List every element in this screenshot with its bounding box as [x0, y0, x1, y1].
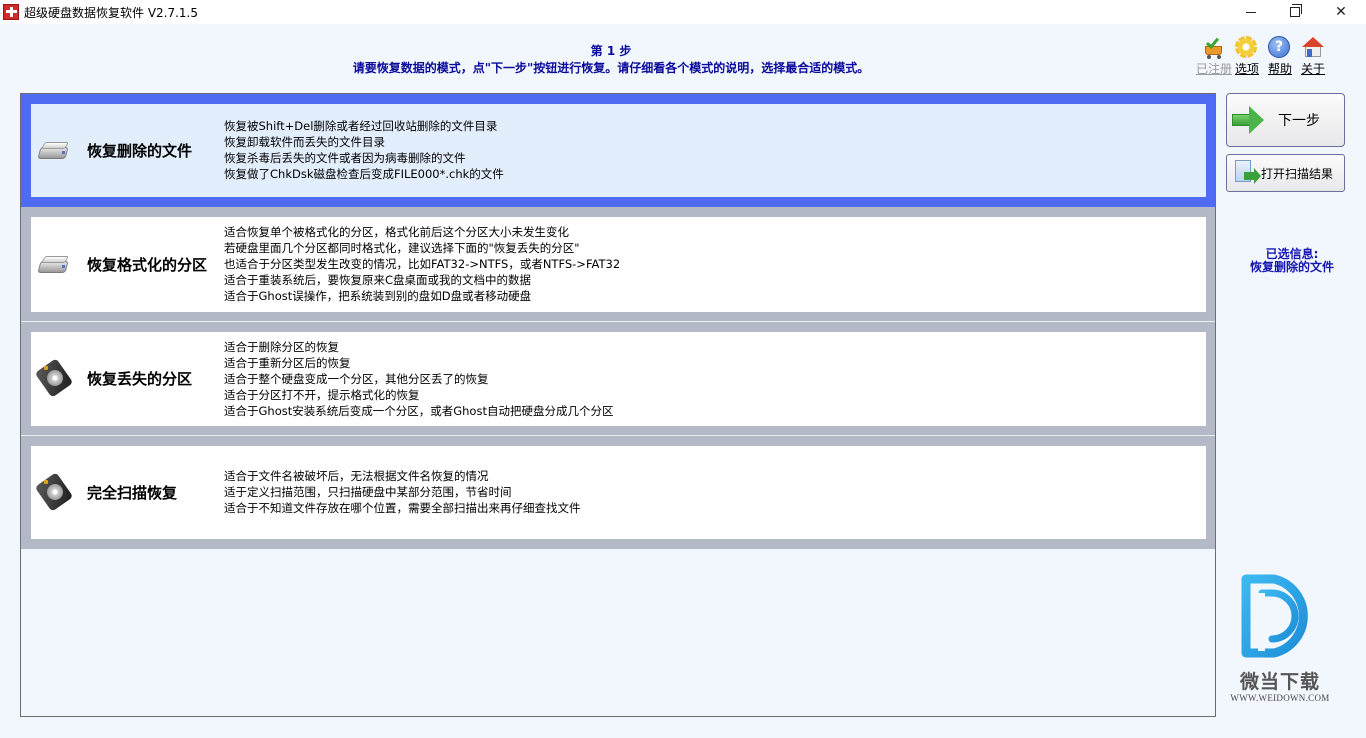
selected-info-value: 恢复删除的文件: [1249, 260, 1334, 274]
mode-item-recover-deleted-files[interactable]: 恢复删除的文件 恢复被Shift+Del删除或者经过回收站删除的文件目录 恢复卸…: [21, 94, 1215, 207]
close-button[interactable]: ✕: [1318, 0, 1364, 24]
drive-icon: [37, 253, 71, 281]
hard-disk-icon: [34, 472, 74, 512]
drive-icon: [37, 139, 71, 167]
mode-description: 适合于删除分区的恢复 适合于重新分区后的恢复 适合于整个硬盘变成一个分区，其他分…: [224, 339, 613, 419]
hard-disk-icon: [34, 358, 74, 398]
description-line: 适于定义扫描范围，只扫描硬盘中某部分范围，节省时间: [224, 485, 512, 499]
open-scan-results-label: 打开扫描结果: [1261, 166, 1334, 181]
mode-item-full-scan-recovery[interactable]: 完全扫描恢复 适合于文件名被破坏后，无法根据文件名恢复的情况 适于定义扫描范围，…: [21, 436, 1215, 549]
description-line: 适合于Ghost安装系统后变成一个分区，或者Ghost自动把硬盘分成几个分区: [224, 404, 614, 418]
weidown-logo: 微当下载 WWW.WEIDOWN.COM: [1222, 572, 1342, 710]
about-link[interactable]: 关于: [1297, 36, 1329, 78]
help-link[interactable]: ? 帮助: [1264, 36, 1296, 78]
restore-icon: [1290, 4, 1302, 17]
home-icon: [1301, 36, 1325, 58]
description-line: 恢复卸载软件而丢失的文件目录: [224, 135, 385, 149]
description-line: 适合于整个硬盘变成一个分区，其他分区丢了的恢复: [224, 372, 489, 386]
open-scan-results-button[interactable]: 打开扫描结果: [1226, 154, 1345, 192]
green-arrow-right-icon: [1232, 106, 1266, 134]
toolbar: 已注册 选项 ? 帮助 关于: [1196, 35, 1330, 78]
help-icon: ?: [1268, 36, 1290, 58]
mode-description: 恢复被Shift+Del删除或者经过回收站删除的文件目录 恢复卸载软件而丢失的文…: [224, 118, 504, 182]
mode-name: 完全扫描恢复: [87, 484, 178, 502]
description-line: 适合于重新分区后的恢复: [224, 356, 351, 370]
restore-button[interactable]: [1272, 0, 1318, 24]
logo-name: 微当下载: [1239, 671, 1320, 693]
description-line: 恢复杀毒后丢失的文件或者因为病毒删除的文件: [224, 151, 466, 165]
shopping-cart-check-icon: [1202, 35, 1226, 59]
minimize-button[interactable]: [1228, 0, 1274, 24]
description-line: 适合于分区打不开，提示格式化的恢复: [224, 388, 420, 402]
registered-label: 已注册: [1196, 62, 1233, 76]
next-step-button[interactable]: 下一步: [1226, 93, 1345, 147]
mode-name: 恢复删除的文件: [87, 142, 193, 160]
options-link[interactable]: 选项: [1231, 36, 1263, 78]
title-bar: 超级硬盘数据恢复软件 V2.7.1.5 ✕: [0, 0, 1366, 24]
description-line: 恢复做了ChkDsk磁盘检查后变成FILE000*.chk的文件: [224, 167, 504, 181]
mode-item-recover-lost-partition[interactable]: 恢复丢失的分区 适合于删除分区的恢复 适合于重新分区后的恢复 适合于整个硬盘变成…: [21, 322, 1215, 436]
mode-description: 适合恢复单个被格式化的分区，格式化前后这个分区大小未发生变化 若硬盘里面几个分区…: [224, 224, 620, 304]
description-line: 若硬盘里面几个分区都同时格式化，建议选择下面的"恢复丢失的分区": [224, 241, 580, 255]
logo-d-icon: [1241, 574, 1308, 658]
description-line: 适合于删除分区的恢复: [224, 340, 339, 354]
options-label: 选项: [1234, 62, 1259, 76]
step-title: 第 1 步: [590, 44, 632, 58]
description-line: 适合于Ghost误操作，把系统装到别的盘如D盘或者移动硬盘: [224, 289, 532, 303]
logo-url: WWW.WEIDOWN.COM: [1230, 693, 1330, 703]
description-line: 适合恢复单个被格式化的分区，格式化前后这个分区大小未发生变化: [224, 225, 569, 239]
help-label: 帮助: [1267, 62, 1292, 76]
recovery-mode-list: 恢复删除的文件 恢复被Shift+Del删除或者经过回收站删除的文件目录 恢复卸…: [20, 93, 1216, 717]
mode-item-recover-formatted-partition[interactable]: 恢复格式化的分区 适合恢复单个被格式化的分区，格式化前后这个分区大小未发生变化 …: [21, 207, 1215, 322]
close-icon: ✕: [1335, 4, 1347, 20]
about-label: 关于: [1300, 62, 1325, 76]
gear-icon: [1235, 36, 1257, 58]
minimize-icon: [1246, 11, 1256, 13]
window-title: 超级硬盘数据恢复软件 V2.7.1.5: [24, 6, 199, 20]
next-step-label: 下一步: [1278, 113, 1320, 129]
mode-name: 恢复格式化的分区: [87, 256, 208, 274]
registered-link[interactable]: 已注册: [1196, 35, 1233, 78]
description-line: 恢复被Shift+Del删除或者经过回收站删除的文件目录: [224, 119, 498, 133]
mode-description: 适合于文件名被破坏后，无法根据文件名恢复的情况 适于定义扫描范围，只扫描硬盘中某…: [224, 468, 581, 516]
open-file-icon: [1235, 160, 1261, 186]
description-line: 适合于重装系统后，要恢复原来C盘桌面或我的文档中的数据: [224, 273, 532, 287]
description-line: 适合于文件名被破坏后，无法根据文件名恢复的情况: [224, 469, 489, 483]
description-line: 也适合于分区类型发生改变的情况，比如FAT32->NTFS，或者NTFS->FA…: [224, 257, 621, 271]
description-line: 适合于不知道文件存放在哪个位置，需要全部扫描出来再仔细查找文件: [224, 501, 581, 515]
mode-name: 恢复丢失的分区: [87, 370, 193, 388]
app-icon: [3, 4, 19, 20]
step-instruction: 请要恢复数据的模式，点"下一步"按钮进行恢复。请仔细看各个模式的说明，选择最合适…: [352, 61, 870, 75]
